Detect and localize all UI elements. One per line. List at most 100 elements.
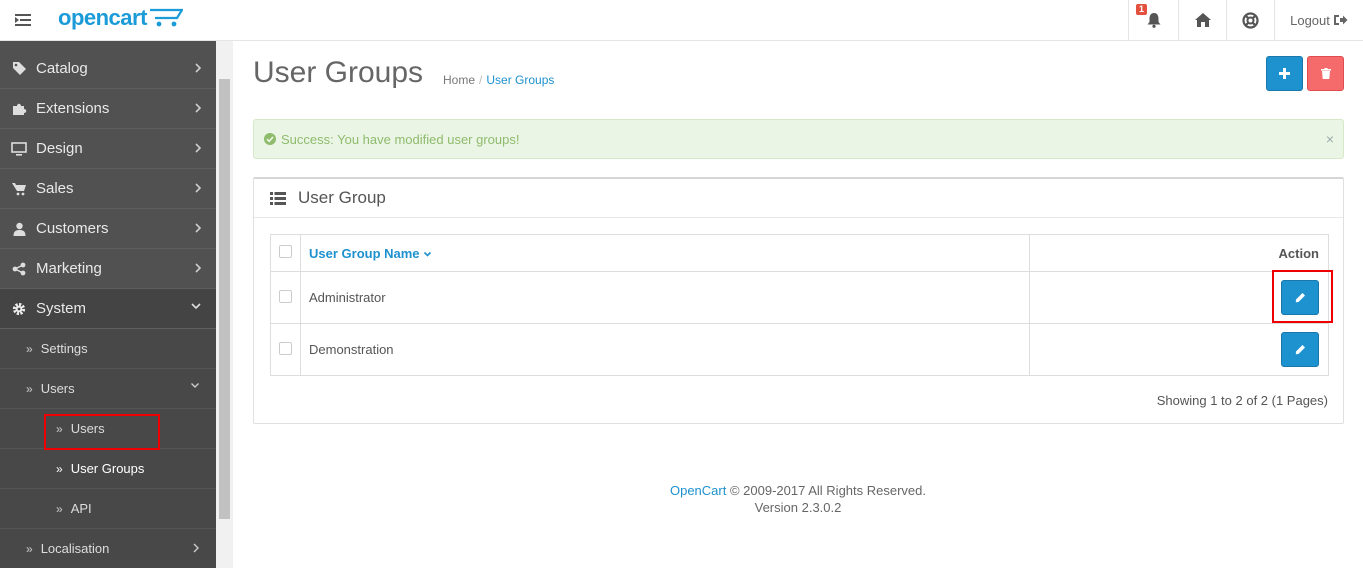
sidebar-item-label: Marketing [36, 260, 102, 277]
edit-button[interactable] [1281, 332, 1319, 367]
caret-down-icon [424, 251, 432, 257]
alert-message: Success: You have modified user groups! [281, 131, 520, 147]
sidebar-subitem-label: Users [40, 381, 75, 396]
opencart-link[interactable]: OpenCart [670, 483, 726, 498]
page-title: User Groups [253, 56, 424, 89]
chevron-right-icon [193, 543, 199, 553]
copyright-text: © 2009-2017 All Rights Reserved. [729, 483, 927, 498]
row-checkbox[interactable] [279, 289, 292, 303]
help-button[interactable] [1226, 0, 1274, 40]
plus-icon [1279, 68, 1290, 79]
chevron-right-icon [195, 103, 202, 113]
sidebar-item-design[interactable]: Design [0, 129, 216, 169]
sidebar-subitem-label: User Groups [70, 461, 145, 476]
action-cell [1029, 323, 1329, 376]
sidebar-subitem-label: Users [70, 421, 105, 436]
breadcrumb-current[interactable]: User Groups [486, 73, 554, 87]
sidebar-subitem-api[interactable]: » API [0, 489, 216, 529]
pencil-icon [1295, 345, 1305, 355]
sidebar-subitem-users[interactable]: » Users [0, 369, 216, 409]
logout-button[interactable]: Logout [1274, 0, 1363, 40]
gear-icon [10, 302, 28, 316]
user-icon [10, 222, 28, 236]
opencart-logo[interactable]: opencart [58, 5, 183, 31]
add-button[interactable] [1266, 56, 1303, 91]
row-checkbox[interactable] [279, 341, 292, 355]
breadcrumb: Home / User Groups [443, 73, 554, 87]
breadcrumb-separator: / [479, 73, 483, 87]
share-icon [10, 262, 28, 276]
table-header-row: User Group Name Action [270, 234, 1329, 272]
top-header: opencart 1 Logout [0, 0, 1363, 41]
home-icon [1194, 13, 1211, 27]
user-group-panel: User Group User Group Name Action Admini… [253, 177, 1344, 424]
sort-by-name-link[interactable]: User Group Name [309, 246, 420, 261]
monitor-icon [10, 141, 28, 156]
chevron-right-icon [195, 263, 202, 273]
success-alert: Success: You have modified user groups! … [253, 119, 1344, 159]
sidebar: Catalog Extensions Design Sales Customer… [0, 41, 216, 568]
panel-heading: User Group [254, 179, 1343, 218]
breadcrumb-home[interactable]: Home [443, 73, 475, 87]
sidebar-item-catalog[interactable]: Catalog [0, 49, 216, 89]
footer-copyright-line: OpenCart © 2009-2017 All Rights Reserved… [233, 482, 1363, 499]
logout-label: Logout [1290, 12, 1330, 28]
double-chevron-icon: » [26, 541, 33, 556]
life-ring-icon [1242, 11, 1259, 29]
footer: OpenCart © 2009-2017 All Rights Reserved… [233, 482, 1363, 516]
sidebar-item-label: Sales [36, 180, 74, 197]
sidebar-item-marketing[interactable]: Marketing [0, 249, 216, 289]
delete-button[interactable] [1307, 56, 1344, 91]
chevron-right-icon [195, 143, 202, 153]
menu-toggle-button[interactable] [0, 0, 46, 40]
logo-text: opencart [58, 5, 147, 30]
sidebar-subitem-users-list[interactable]: » Users [0, 409, 216, 449]
sidebar-subitem-label: Localisation [40, 541, 110, 556]
cart-logo-icon [149, 8, 183, 27]
double-chevron-icon: » [26, 341, 33, 356]
notifications-button[interactable]: 1 [1128, 0, 1178, 40]
chevron-down-icon [191, 383, 199, 388]
sidebar-item-system[interactable]: System [0, 289, 216, 329]
sidebar-item-label: Customers [36, 220, 109, 237]
trash-icon [1320, 68, 1331, 79]
sidebar-subitem-user-groups[interactable]: » User Groups [0, 449, 216, 489]
double-chevron-icon: » [56, 501, 63, 516]
user-group-name: Administrator [300, 271, 1030, 324]
action-column-header: Action [1029, 234, 1329, 272]
user-group-table: User Group Name Action Administrator Dem… [270, 234, 1329, 376]
sidebar-item-customers[interactable]: Customers [0, 209, 216, 249]
cart-icon [10, 182, 28, 196]
row-checkbox-cell [270, 271, 301, 324]
sidebar-item-extensions[interactable]: Extensions [0, 89, 216, 129]
scrollbar-thumb[interactable] [219, 79, 230, 519]
table-row: Administrator [270, 271, 1329, 324]
sidebar-subitem-localisation[interactable]: » Localisation [0, 529, 216, 568]
row-checkbox-cell [270, 323, 301, 376]
sidebar-subitem-label: API [70, 501, 92, 516]
hamburger-icon [15, 14, 31, 26]
double-chevron-icon: » [56, 461, 63, 476]
sidebar-item-label: Design [36, 140, 83, 157]
chevron-right-icon [195, 63, 202, 73]
select-all-checkbox[interactable] [279, 245, 292, 258]
version-text: Version 2.3.0.2 [754, 500, 842, 515]
sidebar-item-label: System [36, 300, 87, 317]
edit-button[interactable] [1281, 280, 1319, 315]
header-checkbox-cell [270, 234, 301, 272]
sidebar-item-sales[interactable]: Sales [0, 169, 216, 209]
close-icon[interactable]: × [1326, 131, 1334, 147]
name-column-header[interactable]: User Group Name [300, 234, 1030, 272]
sidebar-item-label: Extensions [36, 100, 110, 117]
bell-icon [1147, 13, 1160, 28]
notification-badge: 1 [1136, 4, 1148, 15]
sidebar-subitem-label: Settings [40, 341, 88, 356]
home-button[interactable] [1178, 0, 1226, 40]
check-circle-icon [264, 133, 276, 145]
chevron-down-icon [191, 303, 201, 310]
sidebar-subitem-settings[interactable]: » Settings [0, 329, 216, 369]
double-chevron-icon: » [26, 381, 33, 396]
sidebar-scrollbar[interactable] [216, 41, 233, 568]
pagination-summary: Showing 1 to 2 of 2 (1 Pages) [1156, 393, 1328, 408]
user-group-name: Demonstration [300, 323, 1030, 376]
